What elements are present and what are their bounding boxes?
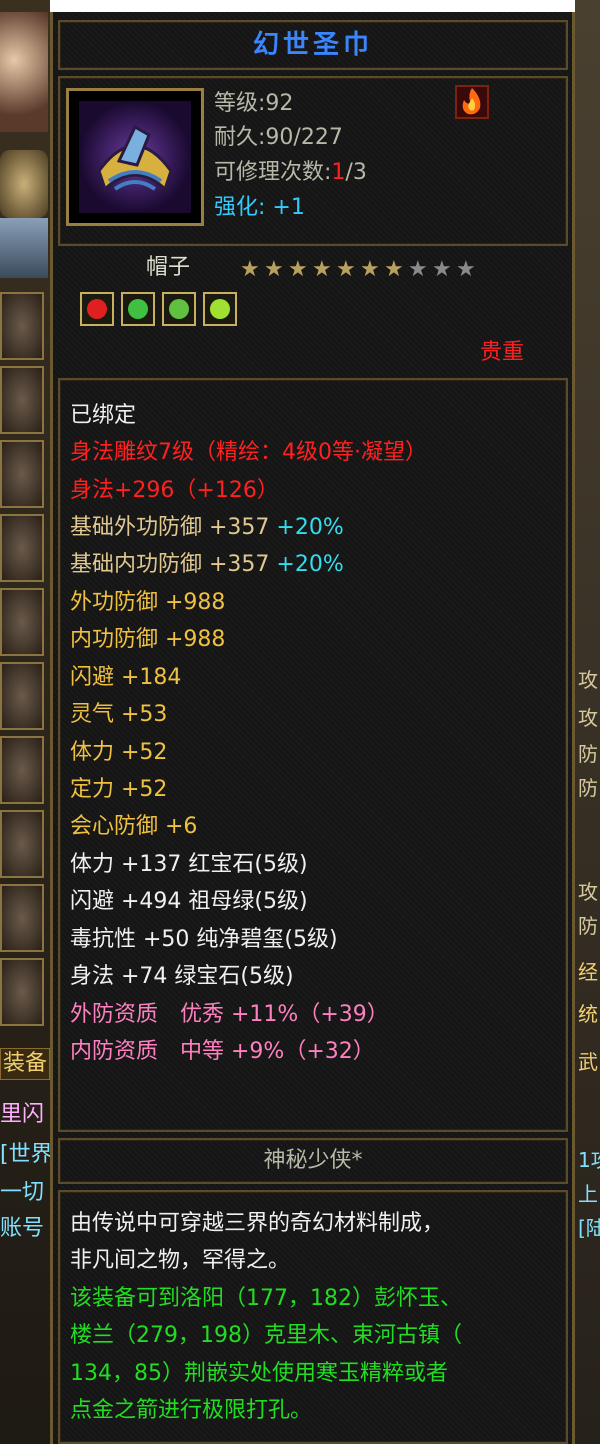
gem-bonus-emerald: 闪避 +494 祖母绿(5级) bbox=[70, 889, 308, 914]
desc-green-1: 该装备可到洛阳（177，182）彭怀玉、 bbox=[70, 1286, 462, 1311]
left-label-2: [世界 bbox=[0, 1142, 53, 1167]
star-empty-icon: ★ bbox=[408, 257, 428, 282]
equip-slot-hat[interactable] bbox=[0, 292, 44, 360]
desc-green-4: 点金之箭进行极限打孔。 bbox=[70, 1398, 313, 1423]
item-enhance: 强化: +1 bbox=[214, 191, 305, 225]
base-int-def-line: 基础内功防御 +357 +20% bbox=[70, 546, 344, 583]
top-border bbox=[0, 0, 600, 12]
gem-socket-tourmaline bbox=[162, 292, 196, 326]
enhance-label: 强化: bbox=[214, 195, 266, 220]
right-label-1: 攻 bbox=[578, 706, 598, 730]
base-int-def-text: 基础内功防御 +357 bbox=[70, 552, 270, 577]
attr-dodge: 闪避 +184 bbox=[70, 665, 182, 690]
enhance-value: +1 bbox=[272, 195, 305, 220]
equip-slot-belt[interactable] bbox=[0, 588, 44, 656]
left-label-1: 里闪 bbox=[0, 1102, 45, 1127]
emerald-gem-icon bbox=[128, 299, 148, 319]
item-durability: 耐久:90/227 bbox=[214, 125, 343, 150]
gem-socket-ruby bbox=[80, 292, 114, 326]
item-icon-frame bbox=[66, 88, 204, 226]
star-filled-icon: ★ bbox=[336, 257, 356, 282]
left-tab-equip[interactable]: 装备 bbox=[0, 1048, 51, 1080]
right-label-9: 1攻 bbox=[578, 1148, 600, 1172]
right-label-8: 武 bbox=[578, 1050, 598, 1074]
star-filled-icon: ★ bbox=[240, 257, 260, 282]
equip-slot-armor[interactable] bbox=[0, 514, 44, 582]
bound-status: 已绑定 bbox=[70, 403, 137, 428]
character-portrait[interactable] bbox=[0, 12, 48, 132]
star-filled-icon: ★ bbox=[312, 257, 332, 282]
right-label-0: 攻 bbox=[578, 668, 598, 692]
right-label-7: 统 bbox=[578, 1002, 598, 1026]
maker-name: 神秘少侠* bbox=[263, 1148, 363, 1173]
equip-slot-necklace[interactable] bbox=[0, 810, 44, 878]
fire-emblem-icon bbox=[454, 84, 490, 120]
equip-slot-amulet-1[interactable] bbox=[0, 884, 44, 952]
base-ext-def-text: 基础外功防御 +357 bbox=[70, 515, 270, 540]
attr-crit-def: 会心防御 +6 bbox=[70, 814, 198, 839]
item-type: 帽子 bbox=[146, 255, 191, 280]
gem-socket-green bbox=[203, 292, 237, 326]
item-repair-count: 可修理次数:1/3 bbox=[214, 156, 367, 190]
quality-int-def: 内防资质 中等 +9%（+32） bbox=[70, 1039, 375, 1064]
right-label-10: 上 bbox=[578, 1182, 598, 1206]
carving-bonus-line: 身法+296（+126） bbox=[70, 478, 279, 503]
attr-int-def: 内功防御 +988 bbox=[70, 627, 226, 652]
attr-spirit: 灵气 +53 bbox=[70, 702, 168, 727]
equip-slot-ring[interactable] bbox=[0, 736, 44, 804]
right-label-3: 防 bbox=[578, 776, 598, 800]
carving-line: 身法雕纹7级（精绘：4级0等·凝望） bbox=[70, 440, 427, 465]
star-empty-icon: ★ bbox=[432, 257, 452, 282]
hat-icon-graphic bbox=[97, 124, 173, 192]
left-label-4: 账号 bbox=[0, 1216, 45, 1241]
rarity-label: 贵重 bbox=[480, 340, 525, 365]
base-int-def-pct: +20% bbox=[276, 552, 344, 577]
ruby-gem-icon bbox=[87, 299, 107, 319]
item-level: 等级:92 bbox=[214, 91, 294, 116]
star-filled-icon: ★ bbox=[384, 257, 404, 282]
desc-line-1: 由传说中可穿越三界的奇幻材料制成， bbox=[70, 1211, 445, 1236]
hat-icon bbox=[79, 101, 191, 213]
equip-slot-amulet-2[interactable] bbox=[0, 958, 44, 1026]
green-gem-icon bbox=[210, 299, 230, 319]
attr-ext-def: 外功防御 +988 bbox=[70, 590, 226, 615]
star-filled-icon: ★ bbox=[288, 257, 308, 282]
base-ext-def-pct: +20% bbox=[276, 515, 344, 540]
fire-emblem-graphic bbox=[455, 85, 489, 119]
right-label-5: 防 bbox=[578, 914, 598, 938]
right-label-4: 攻 bbox=[578, 880, 598, 904]
desc-green-3: 134，85）荆嵌实处使用寒玉精粹或者 bbox=[70, 1361, 448, 1386]
desc-line-2: 非凡间之物，罕得之。 bbox=[70, 1248, 291, 1273]
tourmaline-gem-icon bbox=[169, 299, 189, 319]
star-filled-icon: ★ bbox=[264, 257, 284, 282]
equip-slot-scroll[interactable] bbox=[0, 366, 44, 434]
right-label-11: [陆 bbox=[578, 1216, 600, 1240]
gem-bonus-ruby: 体力 +137 红宝石(5级) bbox=[70, 852, 308, 877]
desc-green-2: 楼兰（279，198）克里木、束河古镇（ bbox=[70, 1323, 462, 1348]
side-decoration bbox=[0, 218, 48, 278]
equip-slot-bracer[interactable] bbox=[0, 440, 44, 508]
repair-total: /3 bbox=[345, 160, 367, 185]
left-label-3: 一切 bbox=[0, 1180, 45, 1205]
base-ext-def-line: 基础外功防御 +357 +20% bbox=[70, 509, 344, 546]
quality-ext-def: 外防资质 优秀 +11%（+39） bbox=[70, 1002, 389, 1027]
right-label-6: 经 bbox=[578, 960, 598, 984]
star-empty-icon: ★ bbox=[456, 257, 476, 282]
round-buttons[interactable] bbox=[0, 150, 48, 218]
repair-used: 1 bbox=[331, 160, 346, 185]
gem-socket-emerald bbox=[121, 292, 155, 326]
right-label-2: 防 bbox=[578, 742, 598, 766]
attr-stamina: 体力 +52 bbox=[70, 740, 168, 765]
attr-focus: 定力 +52 bbox=[70, 777, 168, 802]
equip-slot-boots[interactable] bbox=[0, 662, 44, 730]
repair-prefix: 可修理次数: bbox=[214, 160, 332, 185]
item-name: 幻世圣巾 bbox=[252, 30, 373, 60]
gem-bonus-green: 身法 +74 绿宝石(5级) bbox=[70, 964, 294, 989]
star-filled-icon: ★ bbox=[360, 257, 380, 282]
gem-bonus-tourmaline: 毒抗性 +50 纯净碧玺(5级) bbox=[70, 927, 338, 952]
